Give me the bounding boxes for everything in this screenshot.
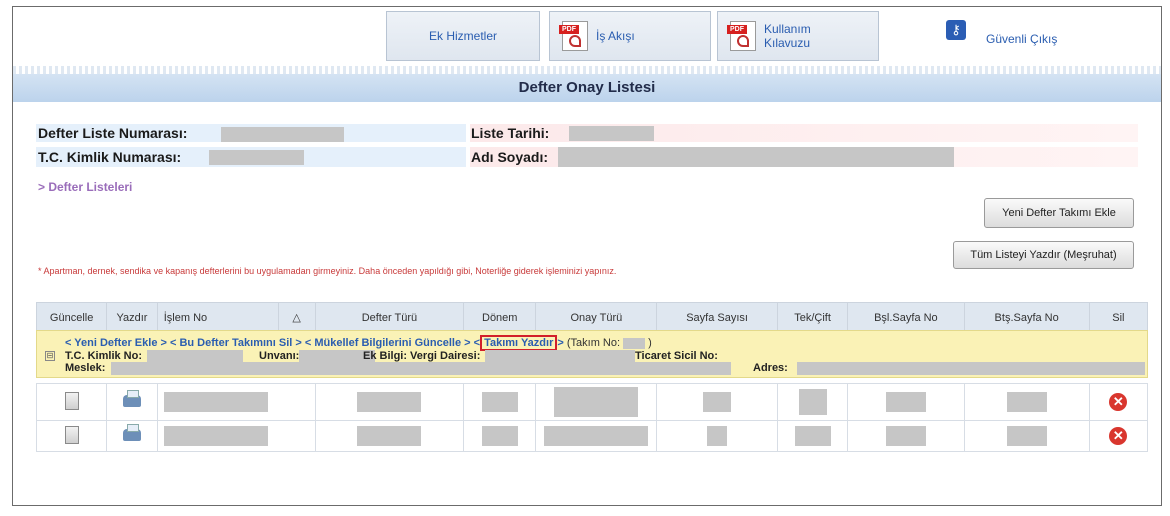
onay-turu-value [554, 387, 639, 417]
col-sayfa-sayisi[interactable]: Sayfa Sayısı [656, 302, 778, 333]
is-akisi-button[interactable]: PDF İş Akışı [549, 11, 711, 61]
is-akisi-label: İş Akışı [596, 29, 635, 43]
pdf-icon: PDF [559, 21, 588, 51]
takimi-yazdir-gt: > [557, 337, 564, 349]
pdf-tag-label: PDF [559, 25, 579, 34]
col-islem-no[interactable]: İşlem No [156, 302, 279, 333]
kullanim-line1: Kullanım [764, 22, 811, 36]
defter-turu-value [357, 426, 422, 446]
group-actions: < Yeni Defter Ekle > < Bu Defter Takımın… [65, 335, 652, 351]
adres-value [797, 362, 1145, 375]
table-row: ✕ [35, 383, 1149, 421]
col-bsl-sayfa-no[interactable]: Bşl.Sayfa No [847, 302, 965, 333]
tc-kimlik-no-label: T.C. Kimlik No: [65, 350, 143, 362]
donem-value [481, 392, 518, 412]
takim-no-label: (Takım No: [566, 337, 621, 349]
yeni-defter-ekle-link[interactable]: < Yeni Defter Ekle > [65, 337, 167, 349]
meslek-value [111, 362, 731, 375]
donem-value [481, 426, 518, 446]
sayfa-sayisi-value [707, 426, 728, 446]
sayfa-sayisi-value [703, 392, 732, 412]
guvenli-cikis-link[interactable]: Güvenli Çıkış [986, 32, 1057, 46]
col-yazdir[interactable]: Yazdır [106, 302, 158, 333]
kullanim-kilavuzu-button[interactable]: PDF Kullanım Kılavuzu [717, 11, 879, 61]
islem-no-value [163, 426, 268, 446]
collapse-icon[interactable]: ⊟ [45, 351, 55, 361]
takim-no-close: ) [648, 337, 652, 349]
col-bts-sayfa-no[interactable]: Btş.Sayfa No [963, 302, 1090, 333]
ek-hizmetler-button[interactable]: Ek Hizmetler [386, 11, 540, 61]
liste-tarihi-label: Liste Tarihi: [471, 125, 550, 141]
defter-liste-numarasi-label: Defter Liste Numarası: [38, 125, 188, 141]
islem-no-value [163, 392, 268, 412]
tc-kimlik-numarasi-label: T.C. Kimlik Numarası: [38, 149, 182, 165]
defter-liste-numarasi-value [221, 127, 344, 142]
group-header-row: ⊟ < Yeni Defter Ekle > < Bu Defter Takım… [36, 330, 1148, 378]
mukellef-guncelle-link[interactable]: < Mükellef Bilgilerini Güncelle > [305, 337, 471, 349]
yeni-defter-takimi-ekle-button[interactable]: Yeni Defter Takımı Ekle [984, 198, 1134, 228]
bsl-sayfa-no-value [885, 392, 926, 412]
table-row: ✕ [35, 420, 1149, 452]
tc-kimlik-no-value [147, 350, 243, 362]
pdf-tag-label: PDF [727, 25, 747, 34]
warning-note: * Apartman, dernek, sendika ve kapanış d… [38, 266, 617, 276]
kullanim-line2: Kılavuzu [764, 36, 811, 50]
adi-soyadi-value [558, 147, 954, 167]
key-icon[interactable]: ⚷ [946, 20, 966, 40]
ticaret-sicil-label: Ticaret Sicil No: [635, 350, 718, 362]
delete-icon[interactable]: ✕ [1109, 427, 1128, 445]
defter-listeleri-link[interactable]: > Defter Listeleri [38, 180, 132, 194]
takim-no-value [623, 337, 646, 349]
adi-soyadi-label: Adı Soyadı: [471, 149, 549, 165]
kullanim-kilavuzu-label: Kullanım Kılavuzu [764, 22, 811, 50]
sort-indicator-icon[interactable]: △ [277, 302, 316, 333]
adres-label: Adres: [753, 362, 788, 374]
onay-turu-value [544, 426, 649, 446]
print-icon[interactable] [123, 423, 141, 441]
col-tek-cift[interactable]: Tek/Çift [776, 302, 849, 333]
pdf-icon: PDF [727, 21, 756, 51]
print-icon[interactable] [123, 389, 141, 407]
tek-cift-value [798, 389, 827, 415]
table-header-row: Güncelle Yazdır İşlem No △ Defter Türü D… [35, 302, 1149, 333]
header-divider [13, 66, 1161, 74]
tum-listeyi-yazdir-button[interactable]: Tüm Listeyi Yazdır (Meşruhat) [953, 241, 1134, 269]
delete-icon[interactable]: ✕ [1109, 393, 1128, 411]
page: Ek Hizmetler PDF İş Akışı PDF Kullanım K… [0, 0, 1170, 516]
bsl-sayfa-no-value [885, 426, 926, 446]
tek-cift-value [794, 426, 831, 446]
vergi-dairesi-value [485, 350, 635, 362]
col-guncelle[interactable]: Güncelle [35, 302, 108, 333]
bu-defter-sil-link[interactable]: < Bu Defter Takımını Sil > [170, 337, 302, 349]
col-donem[interactable]: Dönem [463, 302, 537, 333]
bts-sayfa-no-value [1006, 426, 1047, 446]
col-onay-turu[interactable]: Onay Türü [535, 302, 658, 333]
takimi-yazdir-link[interactable]: Takımı Yazdır [480, 335, 558, 351]
bts-sayfa-no-value [1006, 392, 1047, 412]
edit-icon[interactable] [64, 391, 79, 410]
defter-turu-value [357, 392, 422, 412]
page-title: Defter Onay Listesi [13, 74, 1161, 102]
edit-icon[interactable] [64, 425, 79, 444]
ek-hizmetler-label: Ek Hizmetler [428, 29, 497, 43]
ek-bilgi-label: Ek Bilgi: Vergi Dairesi: [363, 350, 481, 362]
unvani-label: Unvanı: [259, 350, 300, 362]
col-defter-turu[interactable]: Defter Türü [314, 302, 465, 333]
liste-tarihi-value [569, 126, 654, 141]
tc-kimlik-numarasi-value [209, 150, 304, 165]
meslek-label: Meslek: [65, 362, 106, 374]
col-sil[interactable]: Sil [1088, 302, 1149, 333]
